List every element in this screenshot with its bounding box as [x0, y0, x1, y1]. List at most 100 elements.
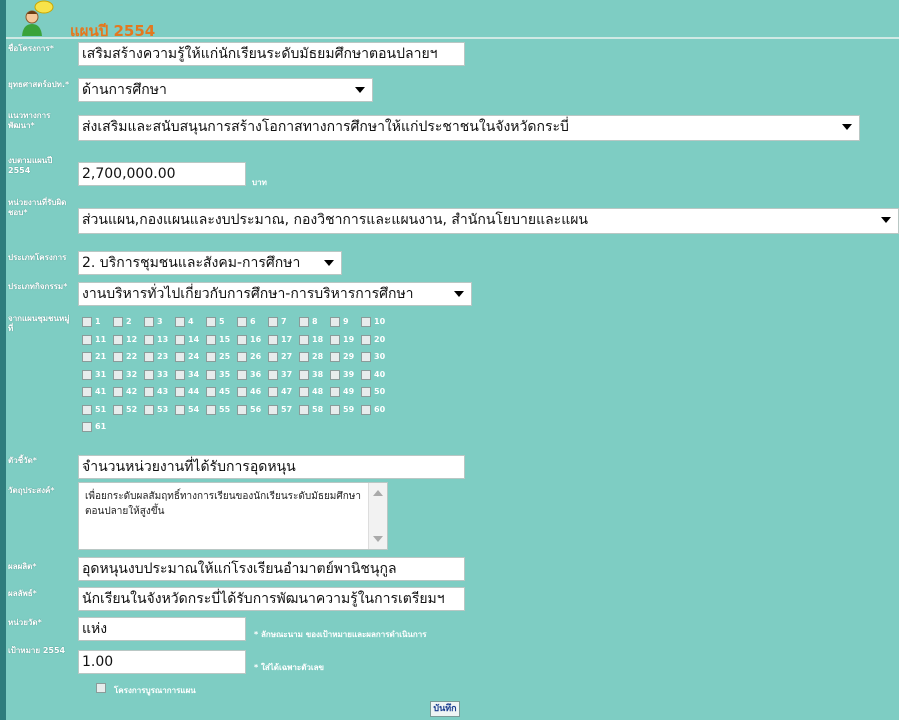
village-checkbox[interactable]	[175, 369, 185, 380]
village-checkbox[interactable]	[206, 352, 216, 362]
outcome-label: ผลลัพธ์*	[8, 589, 37, 598]
village-checkbox[interactable]	[206, 317, 216, 327]
village-checkbox[interactable]	[330, 352, 340, 362]
village-number-label: 54	[188, 404, 200, 414]
village-number-label: 20	[374, 334, 386, 344]
output-input[interactable]: อุดหนุนงบประมาณให้แก่โรงเรียนอำมาตย์พานิ…	[78, 557, 465, 581]
unit-input[interactable]: แห่ง	[78, 617, 246, 641]
village-checkbox[interactable]	[113, 334, 123, 345]
village-checkbox[interactable]	[82, 404, 92, 415]
target-input[interactable]: 1.00	[78, 650, 246, 674]
village-checkbox[interactable]	[299, 387, 309, 397]
objective-textarea[interactable]: เพื่อยกระดับผลสัมฤทธิ์ทางการเรียนของนักเ…	[78, 482, 388, 550]
unit-label: หน่วยวัด*	[8, 618, 42, 627]
village-checkbox[interactable]	[237, 317, 247, 327]
village-checkbox[interactable]	[175, 352, 185, 362]
outcome-input[interactable]: นักเรียนในจังหวัดกระบี่ได้รับการพัฒนาควา…	[78, 587, 465, 611]
village-checkbox[interactable]	[330, 369, 340, 380]
responsible-unit-select[interactable]: ส่วนแผน,กองแผนและงบประมาณ, กองวิชาการและ…	[78, 208, 899, 234]
village-checkbox[interactable]	[268, 317, 278, 327]
village-checkbox[interactable]	[237, 404, 247, 415]
village-checkbox[interactable]	[299, 404, 309, 415]
village-checkbox[interactable]	[330, 317, 340, 327]
budget-input[interactable]: 2,700,000.00	[78, 162, 246, 186]
village-checkbox[interactable]	[361, 387, 371, 397]
village-number-label: 5	[219, 317, 225, 326]
village-number-label: 27	[281, 352, 293, 361]
village-checkbox[interactable]	[113, 404, 123, 415]
village-checkbox[interactable]	[82, 334, 92, 345]
village-checkbox[interactable]	[268, 352, 278, 362]
village-checkbox[interactable]	[206, 387, 216, 397]
village-number-label: 37	[281, 369, 293, 379]
chevron-down-icon	[454, 291, 464, 297]
left-border	[0, 0, 6, 720]
village-checkbox[interactable]	[361, 334, 371, 345]
village-checkbox[interactable]	[113, 387, 123, 397]
village-number-label: 22	[126, 352, 138, 361]
scroll-up-icon[interactable]	[373, 490, 383, 496]
village-checkbox[interactable]	[113, 352, 123, 362]
village-checkbox[interactable]	[82, 387, 92, 397]
village-checkbox[interactable]	[144, 369, 154, 380]
project-name-input[interactable]: เสริมสร้างความรู้ให้แก่นักเรียนระดับมัธย…	[78, 42, 465, 66]
village-checkbox[interactable]	[82, 352, 92, 362]
save-button[interactable]: บันทึก	[430, 701, 460, 717]
village-checkbox[interactable]	[206, 404, 216, 415]
village-number-label: 32	[126, 369, 138, 379]
indicator-input[interactable]: จำนวนหน่วยงานที่ได้รับการอุดหนุน	[78, 455, 465, 479]
village-checkbox[interactable]	[175, 387, 185, 397]
village-number-label: 55	[219, 404, 231, 414]
activity-type-select[interactable]: งานบริหารทั่วไปเกี่ยวกับการศึกษา-การบริห…	[78, 282, 472, 306]
integrated-project-checkbox[interactable]	[96, 683, 106, 693]
village-checkbox[interactable]	[144, 387, 154, 397]
village-checkbox[interactable]	[144, 317, 154, 327]
village-number-label: 33	[157, 369, 169, 379]
development-guideline-select[interactable]: ส่งเสริมและสนับสนุนการสร้างโอกาสทางการศึ…	[78, 115, 860, 141]
village-checkbox[interactable]	[268, 387, 278, 397]
village-number-label: 35	[219, 369, 231, 379]
village-checkbox[interactable]	[268, 334, 278, 345]
village-checkbox[interactable]	[144, 404, 154, 415]
village-checkbox[interactable]	[237, 334, 247, 345]
village-checkbox[interactable]	[113, 369, 123, 380]
project-type-select-value: 2. บริการชุมชนและสังคม-การศึกษา	[82, 255, 301, 271]
village-checkbox[interactable]	[299, 317, 309, 327]
project-type-select[interactable]: 2. บริการชุมชนและสังคม-การศึกษา	[78, 251, 342, 275]
village-checkbox[interactable]	[361, 317, 371, 327]
village-checkbox[interactable]	[82, 369, 92, 380]
village-checkbox[interactable]	[299, 334, 309, 345]
village-checkbox[interactable]	[237, 369, 247, 380]
village-checkbox[interactable]	[330, 404, 340, 415]
village-number-label: 59	[343, 404, 355, 414]
village-checkbox[interactable]	[299, 352, 309, 362]
village-checkbox[interactable]	[268, 369, 278, 380]
village-checkbox[interactable]	[82, 422, 92, 432]
indicator-label: ตัวชี้วัด*	[8, 456, 37, 465]
village-checkbox[interactable]	[330, 387, 340, 397]
village-checkbox[interactable]	[206, 334, 216, 345]
village-checkbox[interactable]	[361, 369, 371, 380]
project-name-label: ชื่อโครงการ*	[8, 44, 54, 53]
village-checkbox[interactable]	[237, 352, 247, 362]
village-number-label: 12	[126, 334, 138, 344]
village-checkbox[interactable]	[206, 369, 216, 380]
village-checkbox[interactable]	[144, 352, 154, 362]
village-checkbox[interactable]	[330, 334, 340, 345]
village-checkbox[interactable]	[113, 317, 123, 327]
village-checkbox[interactable]	[175, 317, 185, 327]
village-checkbox[interactable]	[361, 404, 371, 415]
village-checkbox[interactable]	[299, 369, 309, 380]
scroll-down-icon[interactable]	[373, 536, 383, 542]
village-checkbox[interactable]	[175, 334, 185, 345]
objective-scrollbar[interactable]	[368, 483, 387, 549]
village-number-label: 57	[281, 404, 293, 414]
village-checkbox[interactable]	[82, 317, 92, 327]
village-checkbox[interactable]	[268, 404, 278, 415]
village-checkbox[interactable]	[144, 334, 154, 345]
strategy-select[interactable]: ด้านการศึกษา	[78, 78, 373, 102]
village-number-label: 46	[250, 387, 262, 396]
village-checkbox[interactable]	[237, 387, 247, 397]
village-checkbox[interactable]	[175, 404, 185, 415]
village-checkbox[interactable]	[361, 352, 371, 362]
